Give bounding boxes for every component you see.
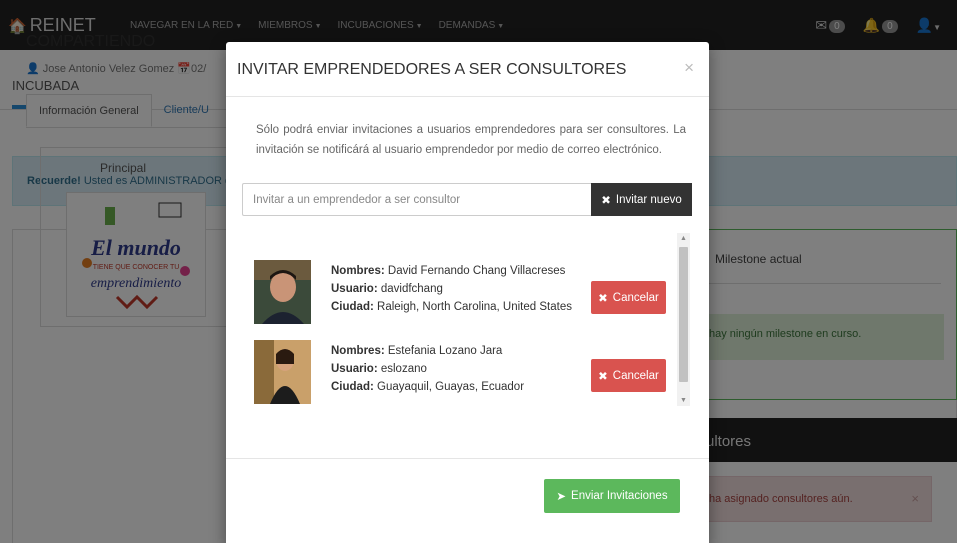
- scroll-thumb[interactable]: [679, 247, 688, 382]
- scroll-down-icon[interactable]: ▼: [680, 397, 687, 404]
- modal-footer: ➤ Enviar Invitaciones: [226, 458, 709, 543]
- list-item: Nombres: David Fernando Chang Villacrese…: [242, 260, 666, 330]
- city-label: Ciudad:: [331, 381, 374, 393]
- invite-search-input[interactable]: [242, 183, 591, 216]
- invitee-city: Guayaquil, Guayas, Ecuador: [373, 381, 525, 393]
- invitee-user: eslozano: [377, 363, 427, 375]
- cancel-invite-button[interactable]: ✖ Cancelar: [591, 359, 666, 392]
- scroll-up-icon[interactable]: ▲: [680, 235, 687, 242]
- modal-title: INVITAR EMPRENDEDORES A SER CONSULTORES: [237, 61, 627, 78]
- avatar: [254, 340, 311, 404]
- invitee-info: Nombres: David Fernando Chang Villacrese…: [331, 262, 572, 316]
- invitee-city: Raleigh, North Carolina, United States: [373, 301, 572, 313]
- modal-description: Sólo podrá enviar invitaciones a usuario…: [256, 124, 686, 156]
- city-label: Ciudad:: [331, 301, 374, 313]
- modal-close-button[interactable]: ×: [684, 58, 694, 78]
- invitee-name: Estefania Lozano Jara: [384, 345, 503, 357]
- send-invitations-label: Enviar Invitaciones: [571, 490, 668, 502]
- invite-new-label: Invitar nuevo: [615, 193, 682, 206]
- invitee-name: David Fernando Chang Villacreses: [384, 265, 566, 277]
- cancel-label: Cancelar: [612, 291, 659, 304]
- invite-consultants-modal: INVITAR EMPRENDEDORES A SER CONSULTORES …: [226, 42, 709, 543]
- name-label: Nombres:: [331, 345, 385, 357]
- invite-new-button[interactable]: ✖ Invitar nuevo: [591, 183, 692, 216]
- list-item: Nombres: Estefania Lozano Jara Usuario: …: [242, 340, 666, 410]
- invitee-user: davidfchang: [377, 283, 443, 295]
- cancel-invite-button[interactable]: ✖ Cancelar: [591, 281, 666, 314]
- list-scrollbar[interactable]: ▲ ▼: [677, 233, 690, 406]
- send-invitations-button[interactable]: ➤ Enviar Invitaciones: [544, 479, 680, 513]
- user-label: Usuario:: [331, 283, 378, 295]
- avatar: [254, 260, 311, 324]
- send-icon: ➤: [556, 491, 567, 503]
- invitees-list: Nombres: David Fernando Chang Villacrese…: [242, 232, 692, 407]
- name-label: Nombres:: [331, 265, 385, 277]
- cancel-label: Cancelar: [612, 369, 659, 382]
- times-icon: ✖: [598, 370, 608, 383]
- invite-icon: ✖: [601, 194, 611, 207]
- times-icon: ✖: [598, 292, 608, 305]
- modal-header: INVITAR EMPRENDEDORES A SER CONSULTORES …: [226, 42, 709, 97]
- user-label: Usuario:: [331, 363, 378, 375]
- invitee-info: Nombres: Estefania Lozano Jara Usuario: …: [331, 342, 524, 396]
- invite-input-group: ✖ Invitar nuevo: [242, 183, 692, 216]
